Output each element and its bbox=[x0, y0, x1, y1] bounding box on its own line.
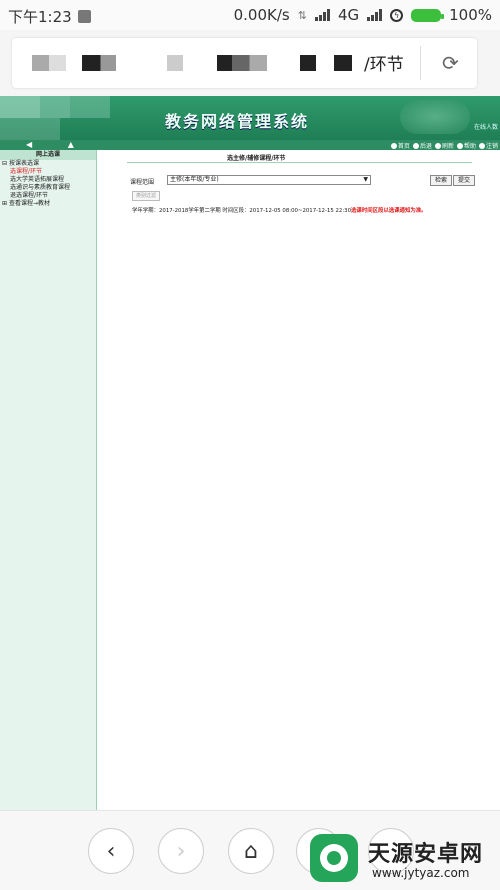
clock: 下午1:23 bbox=[8, 8, 72, 26]
watermark-logo-icon bbox=[310, 834, 358, 882]
chevron-left-icon: ‹ bbox=[106, 838, 116, 864]
watermark-name: 天源安卓网 bbox=[368, 842, 484, 867]
search-button[interactable]: 检索 bbox=[430, 175, 453, 186]
header-globe-icon bbox=[400, 100, 470, 134]
redacted-url-block bbox=[300, 55, 316, 71]
network-speed: 0.00K/s bbox=[233, 6, 290, 24]
watermark-url: www.jytyaz.com bbox=[372, 866, 470, 880]
reload-icon[interactable]: ⟳ bbox=[442, 51, 459, 75]
sidebar: 网上选课 ⊟ 按课表选课 选课程/环节 选大学英语拓展课程 选通识与素质教育课程… bbox=[0, 150, 97, 810]
home-icon: ⌂ bbox=[244, 838, 258, 864]
sidebar-item-select-course[interactable]: 选课程/环节 bbox=[0, 168, 96, 176]
time-warning: 选课时间区段以选课通知为准。 bbox=[351, 208, 427, 214]
network-type: 4G bbox=[337, 6, 360, 24]
nav-help[interactable]: 帮助 bbox=[456, 141, 476, 150]
refresh-icon bbox=[434, 142, 441, 149]
back-button[interactable]: ‹ bbox=[88, 828, 134, 874]
url-field[interactable]: /环节 ⟳ bbox=[12, 38, 477, 88]
title-divider bbox=[127, 162, 472, 163]
category-filter-button[interactable]: 类别过滤 bbox=[132, 191, 161, 201]
sidebar-toggle[interactable]: ◀ ▲ bbox=[26, 140, 74, 149]
signal-icon-secondary bbox=[367, 9, 383, 21]
battery-icon bbox=[411, 8, 445, 22]
online-count: 在线人数 bbox=[473, 124, 498, 131]
sidebar-item-textbooks[interactable]: ⊞ 查看课程→教材 bbox=[0, 200, 96, 208]
submit-button[interactable]: 提交 bbox=[453, 175, 476, 186]
help-icon bbox=[456, 142, 463, 149]
watermark: 天源安卓网 www.jytyaz.com bbox=[300, 830, 500, 889]
url-text: /环节 bbox=[364, 55, 404, 75]
forward-button[interactable]: › bbox=[158, 828, 204, 874]
page-title: 选主修/辅修课程/环节 bbox=[227, 155, 286, 162]
chevron-down-icon: ▼ bbox=[363, 176, 368, 183]
nav-home[interactable]: 首页 bbox=[390, 141, 410, 150]
tree-toggle-icon: ⊟ bbox=[2, 160, 8, 167]
sidebar-item-english-course[interactable]: 选大学英语拓展课程 bbox=[0, 176, 96, 184]
app-nav-bar: ◀ ▲ 首页 后退 刷新 帮助 注销 bbox=[0, 140, 500, 150]
course-range-label: 课程范围 bbox=[130, 179, 155, 186]
redacted-url-block bbox=[167, 55, 183, 71]
browser-address-bar: /环节 ⟳ bbox=[0, 30, 500, 96]
term-info: 学年学期：2017-2018学年第二学期 时间区段：2017-12-05 08:… bbox=[132, 208, 427, 214]
home-button[interactable]: ⌂ bbox=[228, 828, 274, 874]
redacted-url-block bbox=[217, 55, 267, 71]
redacted-url-block bbox=[82, 55, 116, 71]
course-range-select[interactable]: 主修(本年级/专业) ▼ bbox=[167, 175, 371, 185]
home-icon bbox=[390, 142, 397, 149]
signal-icon bbox=[314, 9, 330, 21]
chevron-right-icon: › bbox=[176, 838, 186, 864]
tree-toggle-icon: ⊞ bbox=[2, 200, 8, 207]
main-content: 选主修/辅修课程/环节 课程范围 主修(本年级/专业) ▼ 检索 提交 类别过滤… bbox=[97, 150, 500, 810]
redacted-url-block bbox=[32, 55, 66, 71]
nav-refresh[interactable]: 刷新 bbox=[434, 141, 454, 150]
logout-icon bbox=[478, 142, 485, 149]
battery-percent: 100% bbox=[449, 6, 492, 24]
data-transfer-icon: ⇅ bbox=[297, 8, 307, 22]
notification-icon bbox=[77, 10, 91, 23]
sidebar-item-course-table[interactable]: ⊟ 按课表选课 bbox=[0, 160, 96, 168]
nav-logout[interactable]: 注销 bbox=[478, 141, 498, 150]
charging-icon: ϟ bbox=[390, 8, 404, 22]
sidebar-header: 网上选课 bbox=[0, 150, 96, 160]
sidebar-item-general-course[interactable]: 选通识与素质教育课程 bbox=[0, 184, 96, 192]
sidebar-item-drop-course[interactable]: 退选课程/环节 bbox=[0, 192, 96, 200]
nav-back[interactable]: 后退 bbox=[412, 141, 432, 150]
address-divider bbox=[420, 46, 421, 80]
header-decoration bbox=[0, 96, 150, 140]
back-icon bbox=[412, 142, 419, 149]
app-title: 教务网络管理系统 bbox=[165, 112, 310, 131]
app-header: 教务网络管理系统 在线人数 bbox=[0, 96, 500, 140]
status-bar: 下午1:23 0.00K/s ⇅ 4G ϟ 100% bbox=[0, 0, 500, 30]
redacted-url-block bbox=[334, 55, 352, 71]
